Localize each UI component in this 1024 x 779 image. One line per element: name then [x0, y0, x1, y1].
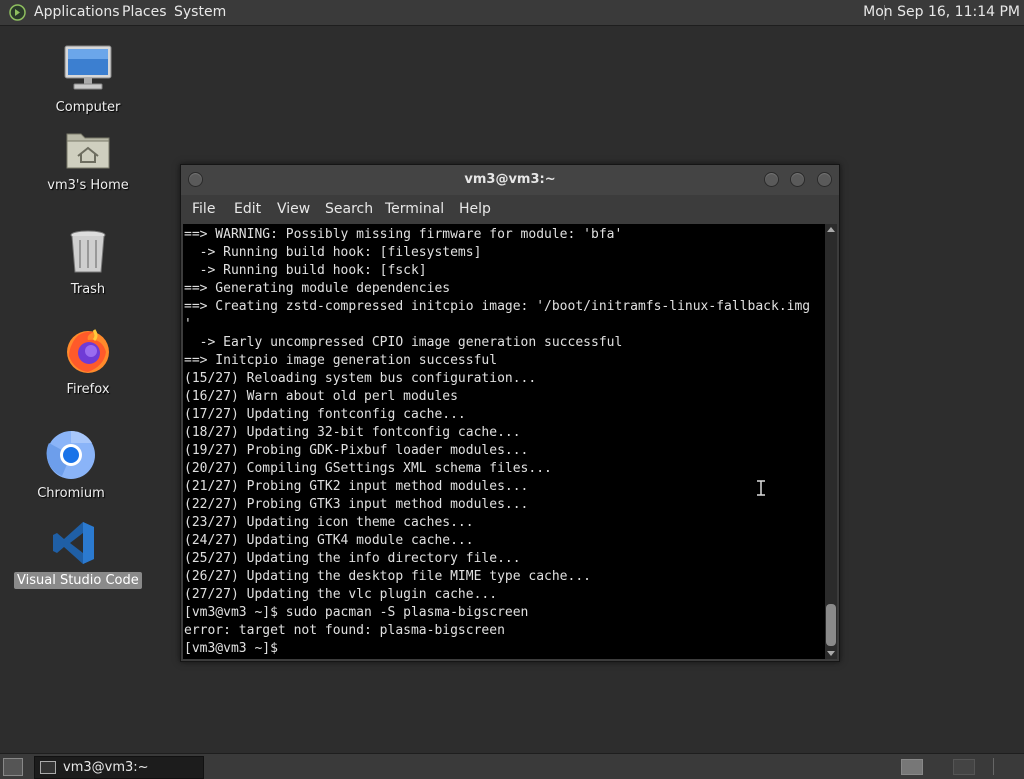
terminal-line: ==> Initcpio image generation successful — [184, 353, 498, 368]
workspace-2[interactable] — [953, 759, 975, 775]
close-button[interactable] — [817, 172, 832, 187]
scrollbar-thumb[interactable] — [826, 604, 836, 646]
desktop-icon-home[interactable]: vm3's Home — [43, 128, 133, 193]
terminal-line: (17/27) Updating fontconfig cache... — [184, 407, 466, 422]
terminal-icon — [40, 761, 56, 774]
workspace-1[interactable] — [901, 759, 923, 775]
desktop-icon-chromium[interactable]: Chromium — [31, 430, 111, 501]
terminal-line: (23/27) Updating icon theme caches... — [184, 515, 474, 530]
menu-system[interactable]: System — [174, 0, 226, 25]
desktop-icon-label: Trash — [70, 282, 106, 297]
terminal-line: (21/27) Probing GTK2 input method module… — [184, 479, 529, 494]
menu-file[interactable]: File — [192, 201, 215, 217]
home-folder-icon — [66, 133, 110, 169]
terminal-line: (25/27) Updating the info directory file… — [184, 551, 521, 566]
window-titlebar[interactable]: vm3@vm3:~ — [181, 165, 839, 195]
desktop-icon-computer[interactable]: Computer — [48, 44, 128, 115]
terminal-line: (15/27) Reloading system bus configurati… — [184, 371, 537, 386]
menu-places[interactable]: Places — [122, 0, 167, 25]
taskbar-window-button[interactable]: vm3@vm3:~ — [34, 756, 204, 779]
taskbar-window-label: vm3@vm3:~ — [63, 760, 149, 775]
ibeam-cursor-icon — [757, 480, 765, 496]
terminal-menubar: File Edit View Search Terminal Help — [181, 195, 839, 223]
terminal-line: (22/27) Probing GTK3 input method module… — [184, 497, 529, 512]
bottom-panel: vm3@vm3:~ — [0, 753, 1024, 779]
menu-view[interactable]: View — [277, 201, 310, 217]
terminal-line: -> Running build hook: [fsck] — [184, 263, 427, 278]
distro-logo-icon[interactable] — [9, 4, 26, 21]
computer-icon — [64, 45, 112, 90]
scroll-down-arrow-icon[interactable] — [827, 651, 835, 656]
menu-help[interactable]: Help — [459, 201, 491, 217]
vscode-icon — [53, 522, 94, 564]
desktop-icon-trash[interactable]: Trash — [48, 228, 128, 297]
desktop-icon-label: Computer — [55, 100, 121, 115]
terminal-line: ==> Creating zstd-compressed initcpio im… — [184, 299, 811, 314]
chromium-icon — [46, 430, 95, 479]
maximize-button[interactable] — [790, 172, 805, 187]
menu-terminal[interactable]: Terminal — [385, 201, 444, 217]
desktop-icon-label: vm3's Home — [47, 178, 129, 193]
terminal-prompt-line: [vm3@vm3 ~]$ — [184, 641, 286, 656]
desktop-icon-vscode[interactable]: Visual Studio Code — [14, 520, 142, 589]
terminal-line: (20/27) Compiling GSettings XML schema f… — [184, 461, 552, 476]
scroll-up-arrow-icon[interactable] — [827, 227, 835, 232]
terminal-line: (16/27) Warn about old perl modules — [184, 389, 458, 404]
terminal-line: ==> Generating module dependencies — [184, 281, 451, 296]
desktop-icon-firefox[interactable]: Firefox — [48, 326, 128, 397]
show-desktop-icon[interactable] — [3, 758, 23, 776]
minimize-button[interactable] — [764, 172, 779, 187]
terminal-output[interactable]: ==> WARNING: Possibly missing firmware f… — [183, 224, 825, 659]
terminal-line: (26/27) Updating the desktop file MIME t… — [184, 569, 591, 584]
terminal-line: (27/27) Updating the vlc plugin cache... — [184, 587, 498, 602]
window-title: vm3@vm3:~ — [464, 172, 556, 187]
desktop-icon-label: Chromium — [37, 486, 105, 501]
terminal-line: ==> WARNING: Possibly missing firmware f… — [184, 227, 623, 242]
terminal-line: (18/27) Updating 32-bit fontconfig cache… — [184, 425, 521, 440]
top-panel: Applications Places System Mon Sep 16, 1… — [0, 0, 1024, 26]
desktop-icon-label: Visual Studio Code — [14, 572, 142, 589]
terminal-line: (19/27) Probing GDK-Pixbuf loader module… — [184, 443, 529, 458]
terminal-line: ' — [184, 317, 192, 332]
panel-divider — [993, 758, 994, 775]
trash-icon — [70, 230, 106, 273]
clock[interactable]: Mon Sep 16, 11:14 PM — [863, 0, 1020, 25]
terminal-line: -> Early uncompressed CPIO image generat… — [184, 335, 623, 350]
terminal-line: (24/27) Updating GTK4 module cache... — [184, 533, 474, 548]
menu-search[interactable]: Search — [325, 201, 373, 217]
terminal-line: -> Running build hook: [filesystems] — [184, 245, 482, 260]
menu-applications[interactable]: Applications — [34, 0, 120, 25]
desktop-icon-label: Firefox — [66, 382, 110, 397]
terminal-scrollbar[interactable] — [825, 224, 837, 659]
terminal-line: error: target not found: plasma-bigscree… — [184, 623, 505, 638]
terminal-line: [vm3@vm3 ~]$ sudo pacman -S plasma-bigsc… — [184, 605, 529, 620]
terminal-window[interactable]: vm3@vm3:~ File Edit View Search Terminal… — [180, 164, 840, 662]
menu-edit[interactable]: Edit — [234, 201, 261, 217]
firefox-icon — [67, 329, 109, 373]
